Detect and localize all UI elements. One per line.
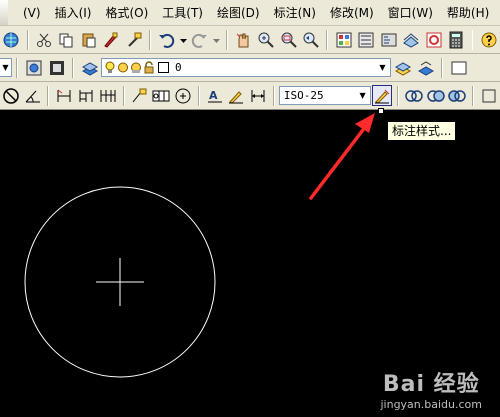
dim-angular-icon[interactable] — [23, 85, 43, 106]
layer-name: 0 — [175, 61, 182, 74]
crosshair-cursor — [96, 258, 144, 306]
markup-set-manager-icon[interactable] — [423, 29, 444, 50]
toolbar-separator — [47, 85, 50, 106]
tool-palettes-icon[interactable] — [378, 29, 399, 50]
workspace-combo-edge[interactable]: ▼ — [0, 58, 12, 77]
cut-icon[interactable] — [34, 29, 55, 50]
design-center-icon[interactable] — [356, 29, 377, 50]
dim-continue-icon[interactable] — [98, 85, 118, 106]
toolbar-separator — [272, 85, 275, 106]
menu-bar: (V) 插入(I) 格式(O) 工具(T) 绘图(D) 标注(N) 修改(M) … — [0, 0, 500, 26]
layer-properties-icon[interactable] — [79, 57, 100, 78]
globe-icon[interactable] — [1, 29, 22, 50]
redo-icon[interactable] — [190, 29, 211, 50]
properties-icon[interactable] — [333, 29, 354, 50]
undo-dropdown-icon[interactable] — [179, 29, 188, 50]
layers-toolbar: ▼ 0 ▼ — [0, 54, 500, 82]
undo-icon[interactable] — [156, 29, 177, 50]
make-current-layer-icon[interactable] — [392, 57, 413, 78]
center-mark-icon[interactable] — [173, 85, 193, 106]
toolbar-separator — [72, 57, 74, 78]
help-icon[interactable] — [478, 29, 499, 50]
layer-previous-icon[interactable] — [23, 57, 44, 78]
mouse-pointer — [378, 108, 384, 114]
menu-window[interactable]: 窗口(W) — [381, 4, 440, 21]
annotation-arrow — [309, 113, 375, 200]
toolbar-separator — [397, 85, 400, 106]
dimension-style-button[interactable] — [372, 85, 393, 106]
toolbar-separator — [441, 57, 443, 78]
toolbar-separator — [26, 29, 29, 50]
watermark-url: jingyan.baidu.com — [380, 398, 482, 411]
menu-bar-grip — [0, 0, 8, 25]
sun-icon[interactable] — [117, 61, 129, 74]
chevron-down-icon: ▼ — [379, 63, 386, 72]
svg-text:A: A — [209, 89, 218, 102]
dim-edit-icon[interactable]: A — [205, 85, 225, 106]
toolbar-separator — [122, 85, 125, 106]
zoom-previous-icon[interactable] — [301, 29, 322, 50]
toolbar-separator — [326, 29, 329, 50]
sheet-set-manager-icon[interactable] — [401, 29, 422, 50]
zoom-realtime-icon[interactable] — [256, 29, 277, 50]
redo-dropdown-icon[interactable] — [212, 29, 221, 50]
menu-tools[interactable]: 工具(T) — [155, 4, 210, 21]
dim-text-edit-icon[interactable] — [226, 85, 246, 106]
dimension-style-value: ISO-25 — [283, 89, 324, 102]
toolbar-separator — [16, 57, 18, 78]
calculator-icon[interactable] — [446, 29, 467, 50]
paste-icon[interactable] — [79, 29, 100, 50]
menu-dimension[interactable]: 标注(N) — [267, 4, 323, 21]
menu-help[interactable]: 帮助(H) — [440, 4, 496, 21]
toolbar-separator — [197, 85, 200, 106]
dimension-toolbar: A ISO-25 ▼ — [0, 82, 500, 110]
drawing-canvas[interactable]: Bai 经验 jingyan.baidu.com — [0, 110, 500, 417]
dim-baseline-icon[interactable] — [76, 85, 96, 106]
no-entry-icon[interactable] — [1, 85, 21, 106]
tolerance-icon[interactable] — [151, 85, 171, 106]
toolbar-separator — [471, 29, 474, 50]
dim-update-icon[interactable] — [248, 85, 268, 106]
menu-format[interactable]: 格式(O) — [98, 4, 155, 21]
block-editor-icon[interactable] — [124, 29, 145, 50]
menu-draw[interactable]: 绘图(D) — [210, 4, 267, 21]
dim-overlap-icon[interactable] — [404, 85, 424, 106]
match-properties-icon[interactable] — [101, 29, 122, 50]
toolbar-separator — [472, 85, 475, 106]
layer-previous-state-icon[interactable] — [415, 57, 436, 78]
menu-modify[interactable]: 修改(M) — [323, 4, 381, 21]
pan-icon[interactable] — [233, 29, 254, 50]
menu-view[interactable]: (V) — [16, 6, 48, 20]
chevron-down-icon: ▼ — [359, 91, 366, 100]
toolbar-separator — [149, 29, 152, 50]
watermark-brand: Bai 经验 — [382, 372, 480, 397]
standard-toolbar — [0, 26, 500, 54]
layer-states-icon[interactable] — [46, 57, 67, 78]
zoom-window-icon[interactable] — [278, 29, 299, 50]
dim-intersect-icon[interactable] — [426, 85, 446, 106]
dim-leader-icon[interactable] — [130, 85, 150, 106]
dim-quick-icon[interactable] — [54, 85, 74, 106]
lightbulb-icon[interactable] — [104, 61, 116, 74]
dimension-style-dropdown[interactable]: ISO-25 ▼ — [278, 86, 372, 105]
color-control-icon[interactable] — [448, 57, 469, 78]
viewport-freeze-icon[interactable] — [130, 61, 142, 74]
dim-subtract-icon[interactable] — [447, 85, 467, 106]
chevron-down-icon: ▼ — [2, 63, 9, 72]
toolbar-separator — [226, 29, 229, 50]
copy-icon[interactable] — [56, 29, 77, 50]
menu-insert[interactable]: 插入(I) — [48, 4, 99, 21]
watermark: Bai 经验 jingyan.baidu.com — [380, 366, 482, 411]
tooltip: 标注样式... — [387, 121, 457, 141]
layer-dropdown[interactable]: 0 ▼ — [101, 58, 391, 77]
lock-icon[interactable] — [143, 61, 155, 74]
dim-extra-icon[interactable] — [479, 85, 499, 106]
color-swatch — [158, 62, 169, 73]
